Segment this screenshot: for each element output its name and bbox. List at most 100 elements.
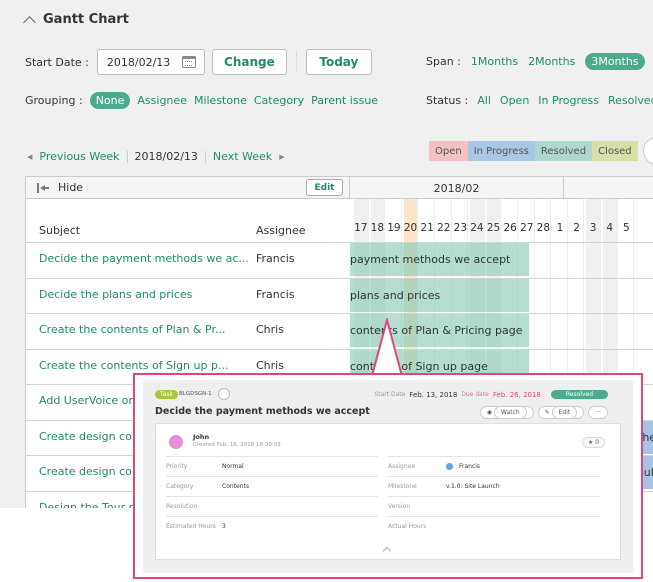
task-subject-link[interactable]: Design the Tour pa [39, 501, 142, 509]
field-label: Milestone [388, 482, 417, 490]
status-option-open[interactable]: Open [500, 94, 529, 107]
grouping-option-assignee[interactable]: Assignee [137, 94, 187, 107]
status-option-resolved[interactable]: Resolved [608, 94, 653, 107]
task-subject-link[interactable]: Create the contents of Sign up p... [39, 359, 228, 372]
triangle-right-icon: ▶ [279, 152, 285, 161]
field-label: Actual Hours [388, 522, 427, 530]
issue-field-assignee: Assignee Francis [388, 456, 600, 475]
field-label: Assignee [388, 462, 416, 470]
status-filter: Status : All Open In Progress Resolved [426, 94, 653, 107]
assignee-column-header[interactable]: Assignee [256, 224, 306, 237]
grouping-option-none[interactable]: None [89, 92, 131, 109]
hide-arrow-icon[interactable] [37, 182, 49, 193]
week-navigation: ◀ Previous Week 2018/02/13 Next Week ▶ [27, 150, 285, 163]
gantt-bar[interactable]: plans and prices [350, 278, 529, 312]
field-label: Version [388, 502, 411, 510]
watch-button[interactable]: ◉ Watch [479, 406, 534, 419]
task-subject-link[interactable]: Create the contents of Plan & Pr... [39, 323, 225, 336]
status-label: Status : [426, 94, 469, 107]
more-button[interactable]: ··· [588, 406, 608, 419]
task-subject-link[interactable]: Add UserVoice on t [39, 394, 143, 407]
month-header: 2018/02 [350, 177, 653, 199]
avatar [169, 435, 183, 449]
field-value: Normal [222, 462, 244, 470]
status-option-all[interactable]: All [477, 94, 491, 107]
collapse-chevron-icon[interactable] [382, 546, 392, 556]
start-date-label: Start Date [374, 391, 406, 398]
avatar [446, 462, 453, 470]
next-week-link[interactable]: Next Week [213, 150, 272, 163]
span-label: Span : [426, 55, 461, 68]
status-legend: Open In Progress Resolved Closed [429, 141, 638, 161]
span-option-2months[interactable]: 2Months [528, 55, 575, 68]
page-title: Gantt Chart [43, 12, 129, 27]
row-divider [26, 313, 653, 314]
field-label: Priority [166, 462, 188, 470]
field-label: Category [166, 482, 194, 490]
field-value: Contents [222, 482, 249, 490]
issue-title: Decide the payment methods we accept [155, 406, 370, 417]
previous-week-link[interactable]: Previous Week [39, 150, 119, 163]
start-date-label: Start Date : [25, 55, 89, 69]
settings-circle-button[interactable] [643, 137, 653, 165]
collapse-chevron-icon[interactable] [23, 15, 36, 29]
subject-column-header[interactable]: Subject [39, 224, 80, 237]
field-label: Resolution [166, 502, 198, 510]
status-option-in-progress[interactable]: In Progress [538, 94, 599, 107]
day-columns: 17 18 19 20 21 22 23 24 25 26 27 28 1 2 3 4 5 [350, 199, 653, 499]
issue-field-actual-hours: Actual Hours [388, 516, 600, 535]
issue-field-priority: Priority Normal [166, 456, 378, 475]
start-date-input[interactable]: 2018/02/13 [96, 49, 205, 75]
gantt-header[interactable]: Gantt Chart [23, 12, 129, 29]
issue-field-resolution: Resolution [166, 496, 378, 515]
start-date-row: Start Date : 2018/02/13 Change Today [25, 49, 372, 75]
issue-field-category: Category Contents [166, 476, 378, 495]
month-label: 2018/02 [350, 177, 564, 199]
start-date-value: Feb. 13, 2018 [409, 390, 458, 399]
issue-field-version: Version [388, 496, 600, 515]
reporter-name[interactable]: John [193, 433, 209, 441]
star-button[interactable]: ★ 0 [581, 437, 605, 448]
created-timestamp: Created Feb. 16, 2018 18:30:03 [193, 442, 281, 448]
issue-detail-panel: Task BLGDSGN-1 Decide the payment method… [143, 380, 633, 573]
task-subject-link[interactable]: Decide the plans and prices [39, 288, 192, 301]
change-button[interactable]: Change [211, 49, 287, 75]
task-assignee: Chris [256, 358, 284, 372]
issue-field-milestone: Milestone v.1.0: Site Launch [388, 476, 600, 495]
edit-button[interactable]: Edit [306, 179, 343, 196]
issue-dates: Start Date Feb. 13, 2018 Due date Feb. 2… [374, 390, 608, 399]
hide-button[interactable]: Hide [58, 181, 83, 194]
grouping-option-category[interactable]: Category [254, 94, 304, 107]
edit-issue-button[interactable]: ✎ Edit [537, 406, 585, 419]
span-option-3months[interactable]: 3Months [585, 53, 645, 70]
field-value: Francis [459, 462, 481, 470]
span-option-1months[interactable]: 1Months [471, 55, 518, 68]
grouping-selector: Grouping : None Assignee Milestone Categ… [25, 92, 378, 109]
gantt-bar[interactable]: payment methods we accept [350, 243, 529, 276]
star-count: 0 [595, 439, 599, 446]
due-date-value: Feb. 26, 2018 [492, 390, 541, 399]
issue-key: BLGDSGN-1 [179, 391, 212, 397]
row-divider [26, 242, 653, 243]
divider [295, 52, 297, 72]
grouping-option-parent-issue[interactable]: Parent issue [311, 94, 378, 107]
issue-detail-card: John Created Feb. 16, 2018 18:30:03 ★ 0 … [155, 423, 621, 560]
task-assignee: Francis [256, 287, 295, 301]
divider [204, 150, 206, 163]
legend-resolved: Resolved [534, 141, 593, 161]
due-date-label: Due date [461, 391, 489, 398]
today-button[interactable]: Today [305, 49, 372, 75]
copy-icon[interactable] [218, 388, 230, 400]
grid-toolbar: Hide Edit [26, 177, 350, 199]
task-assignee: Chris [256, 323, 284, 336]
span-selector: Span : 1Months 2Months 3Months [426, 53, 645, 70]
row-divider [26, 277, 653, 279]
grouping-option-milestone[interactable]: Milestone [194, 94, 247, 107]
start-date-value: 2018/02/13 [106, 55, 171, 69]
callout-pointer [370, 318, 410, 378]
triangle-left-icon: ◀ [27, 152, 33, 161]
status-badge[interactable]: Resolved [550, 390, 608, 399]
task-subject-link[interactable]: Decide the payment methods we ac... [39, 252, 249, 265]
issue-type-badge: Task [155, 390, 178, 399]
calendar-icon[interactable] [181, 56, 196, 68]
